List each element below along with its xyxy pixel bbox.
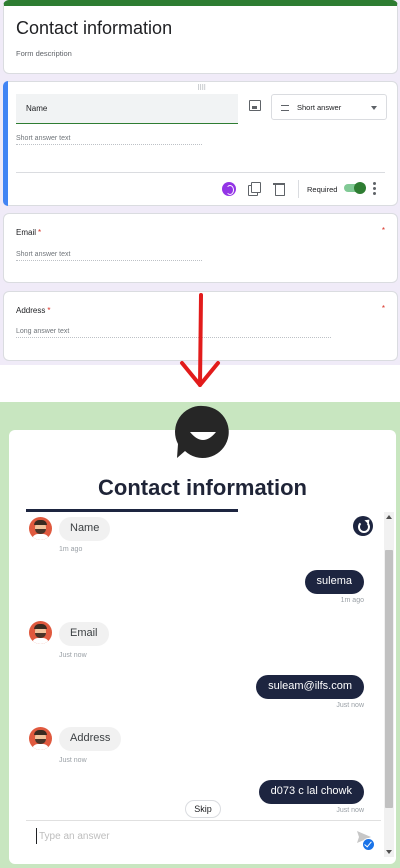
question-title-text[interactable]: Name [26, 104, 47, 113]
addon-icon[interactable] [222, 182, 236, 196]
answer-input[interactable] [36, 828, 336, 844]
user-message: d073 c lal chowk [258, 780, 364, 804]
bot-message: Email [59, 622, 109, 646]
duplicate-icon[interactable] [247, 182, 261, 196]
title-underline [26, 509, 238, 512]
chat-title: Contact information [98, 475, 307, 500]
scroll-thumb[interactable] [385, 550, 393, 808]
bot-avatar [29, 621, 52, 644]
active-question-accent [3, 81, 8, 206]
question-title-text: Address [16, 306, 46, 315]
message-time: Just now [336, 702, 364, 709]
divider [298, 180, 299, 198]
message-time: Just now [336, 807, 364, 814]
restart-button[interactable] [353, 516, 373, 536]
required-toggle[interactable] [344, 182, 366, 194]
form-title-card[interactable]: Contact information Form description [3, 0, 398, 74]
question-title-field[interactable]: Name [16, 94, 238, 124]
answer-hint: Short answer text [16, 135, 202, 145]
question-label: Address * [16, 306, 50, 315]
caret-down-icon [371, 106, 377, 110]
add-image-icon[interactable] [249, 100, 261, 111]
delete-icon[interactable] [272, 182, 286, 196]
question-title-text: Email [16, 228, 37, 237]
bot-message: Address [59, 727, 122, 751]
question-card-name[interactable]: ⠿⠿ Name Short answer Short answer text R… [3, 81, 398, 206]
chat-bubble-logo-icon [175, 405, 229, 458]
check-badge-icon [362, 838, 375, 851]
required-star: * [381, 226, 385, 235]
bot-message: Name [59, 517, 111, 541]
user-message: sulema [304, 570, 364, 594]
bot-avatar [29, 517, 52, 540]
message-time: Just now [59, 757, 87, 764]
divider [16, 172, 385, 173]
required-label: Required [307, 185, 338, 194]
required-star: * [38, 228, 42, 237]
question-label: Email * [16, 228, 41, 237]
short-answer-icon [281, 105, 289, 111]
answer-hint: Long answer text [16, 328, 331, 338]
down-arrow-icon [180, 293, 220, 387]
answer-hint: Short answer text [16, 251, 202, 261]
question-type-label: Short answer [297, 103, 342, 112]
message-time: Just now [59, 652, 87, 659]
skip-button[interactable]: Skip [185, 800, 221, 818]
more-options-icon[interactable] [373, 182, 377, 196]
question-type-select[interactable]: Short answer [271, 94, 387, 120]
scroll-down-icon[interactable] [386, 850, 392, 854]
form-title[interactable]: Contact information [16, 18, 172, 39]
bot-avatar [29, 727, 52, 750]
required-star: * [47, 306, 51, 315]
user-message: suleam@ilfs.com [256, 675, 364, 699]
divider [26, 820, 381, 821]
drag-handle-icon[interactable]: ⠿⠿ [197, 84, 206, 92]
chat-scrollbar[interactable] [384, 512, 394, 857]
toggle-knob [354, 182, 366, 194]
required-star: * [381, 304, 385, 313]
scroll-up-icon[interactable] [386, 515, 392, 519]
question-card-email[interactable]: Email * * Short answer text [3, 213, 398, 283]
message-time: 1m ago [59, 546, 83, 553]
form-description[interactable]: Form description [16, 49, 72, 58]
message-time: 1m ago [340, 597, 364, 604]
